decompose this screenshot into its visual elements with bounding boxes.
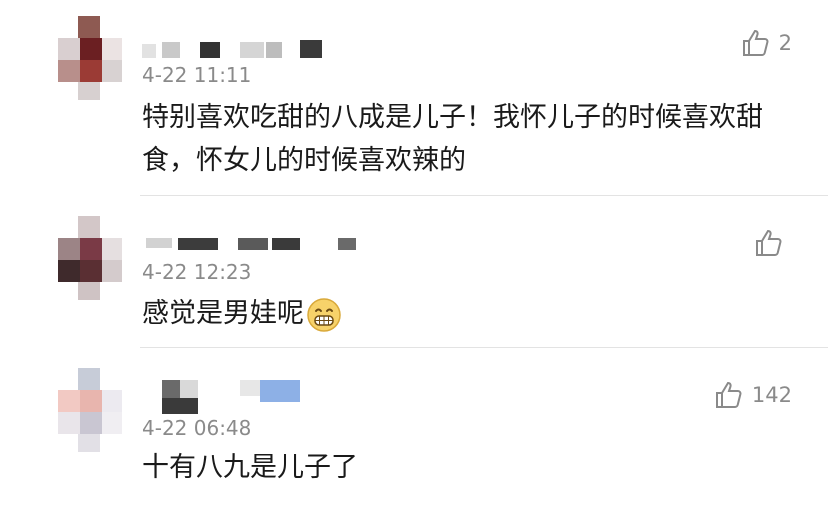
like-button[interactable] [754,228,792,258]
comment-text-body: 感觉是男娃呢 [142,298,304,329]
comment-time: 4-22 11:11 [142,63,252,87]
thumbs-up-icon [754,228,784,258]
thumbs-up-icon [714,380,744,410]
like-count: 2 [778,31,792,55]
avatar[interactable] [58,368,122,452]
avatar[interactable] [58,216,122,300]
like-count: 142 [751,383,792,407]
username-pixelated[interactable] [142,38,342,60]
thumbs-up-icon [741,28,771,58]
comment-item: 142 4-22 06:48 十有八九是儿子了 [0,348,828,507]
comment-time: 4-22 12:23 [142,260,252,284]
comment-text: 特别喜欢吃甜的八成是儿子！我怀儿子的时候喜欢甜食，怀女儿的时候喜欢辣的 [142,102,763,176]
avatar[interactable] [58,16,122,100]
like-button[interactable]: 2 [741,28,792,58]
like-button[interactable]: 142 [714,380,792,410]
username-pixelated[interactable] [142,230,356,252]
comment-item: 4-22 12:23 感觉是男娃呢 [0,196,828,348]
grinning-face-icon [306,297,342,333]
comment-item: 2 4-22 11:11 特别喜欢吃甜的八成是儿子！我怀儿子的时候喜欢甜食，怀女… [0,0,828,196]
comment-text: 十有八九是儿子了 [142,452,358,483]
username-pixelated[interactable] [142,378,342,414]
comment-time: 4-22 06:48 [142,416,252,440]
comment-text: 感觉是男娃呢 [142,292,792,335]
